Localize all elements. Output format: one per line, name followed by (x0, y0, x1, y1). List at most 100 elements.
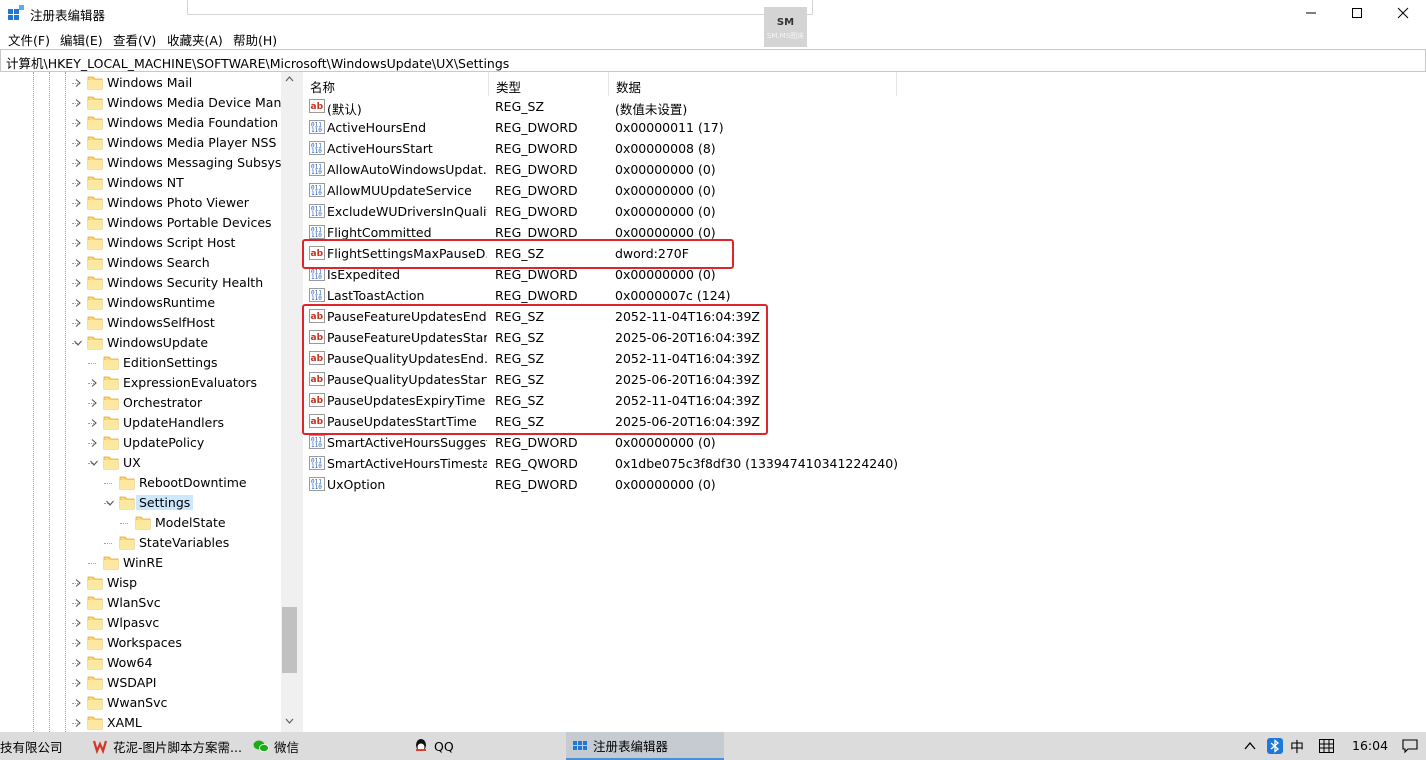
menu-file[interactable]: 文件(F) (8, 30, 50, 49)
tree-item[interactable]: Wisp (0, 573, 298, 593)
value-row[interactable]: ab PauseFeatureUpdatesStar... REG_SZ 2025-0… (303, 327, 1426, 348)
taskbar-item-regedit[interactable]: 注册表编辑器 (566, 732, 724, 760)
chevron-right-icon[interactable] (74, 119, 82, 127)
tree-item[interactable]: UX (0, 453, 298, 473)
chevron-right-icon[interactable] (74, 219, 82, 227)
menu-help[interactable]: 帮助(H) (233, 30, 277, 49)
tree-item[interactable]: Orchestrator (0, 393, 298, 413)
chevron-right-icon[interactable] (74, 719, 82, 727)
value-row[interactable]: ab PauseFeatureUpdatesEnd... REG_SZ 2052-11… (303, 306, 1426, 327)
chevron-down-icon[interactable] (90, 459, 98, 467)
tray-clock[interactable]: 16:04 (1352, 738, 1388, 753)
value-row[interactable]: 011 110 FlightCommitted REG_DWORD 0x00000000… (303, 222, 1426, 243)
taskbar-item-qq[interactable]: QQ (408, 732, 558, 760)
chevron-right-icon[interactable] (74, 679, 82, 687)
chevron-right-icon[interactable] (74, 79, 82, 87)
chevron-right-icon[interactable] (90, 399, 98, 407)
tree-item[interactable]: Windows Mail (0, 73, 298, 93)
chevron-right-icon[interactable] (74, 199, 82, 207)
value-row[interactable]: 011 110 AllowMUUpdateService REG_DWORD 0x000… (303, 180, 1426, 201)
chevron-right-icon[interactable] (74, 239, 82, 247)
value-row[interactable]: 011 110 SmartActiveHoursTimesta... REG_QWOR… (303, 453, 1426, 474)
tree-item[interactable]: Windows NT (0, 173, 298, 193)
chevron-right-icon[interactable] (74, 179, 82, 187)
chevron-right-icon[interactable] (90, 379, 98, 387)
tree-item[interactable]: UpdatePolicy (0, 433, 298, 453)
tray-chevron-up-icon[interactable] (1244, 741, 1256, 750)
address-path[interactable]: 计算机\HKEY_LOCAL_MACHINE\SOFTWARE\Microsof… (6, 53, 509, 72)
chevron-right-icon[interactable] (74, 319, 82, 327)
tree-item[interactable]: Windows Media Player NSS (0, 133, 298, 153)
minimize-button[interactable] (1288, 0, 1334, 26)
bluetooth-icon[interactable] (1267, 738, 1283, 754)
tree-item[interactable]: WindowsUpdate (0, 333, 298, 353)
chevron-right-icon[interactable] (90, 419, 98, 427)
scrollbar-thumb[interactable] (282, 607, 297, 673)
tree-item[interactable]: Windows Search (0, 253, 298, 273)
tree-item[interactable]: Windows Media Foundation (0, 113, 298, 133)
chevron-right-icon[interactable] (74, 619, 82, 627)
tree-item[interactable]: Windows Script Host (0, 233, 298, 253)
tree-item[interactable]: WinRE (0, 553, 298, 573)
chevron-down-icon[interactable] (106, 499, 114, 507)
value-row[interactable]: ab PauseUpdatesStartTime REG_SZ 2025-06-20T… (303, 411, 1426, 432)
notification-icon[interactable] (1402, 738, 1418, 754)
close-button[interactable] (1380, 0, 1426, 26)
tree-scrollbar[interactable] (281, 72, 298, 732)
column-header-name[interactable]: 名称 (303, 72, 489, 96)
chevron-right-icon[interactable] (90, 439, 98, 447)
value-row[interactable]: ab (默认) REG_SZ (数值未设置) (303, 96, 1426, 117)
value-row[interactable]: 011 110 UxOption REG_DWORD 0x00000000 (0) (303, 474, 1426, 495)
value-row[interactable]: ab PauseQualityUpdatesStart... REG_SZ 2025-… (303, 369, 1426, 390)
tree-item[interactable]: Windows Messaging Subsyste (0, 153, 298, 173)
tree-item[interactable]: WindowsRuntime (0, 293, 298, 313)
column-header-type[interactable]: 类型 (489, 72, 609, 96)
chevron-right-icon[interactable] (74, 279, 82, 287)
taskbar-item-wps[interactable]: 花泥-图片脚本方案需... (84, 732, 244, 760)
tree-item[interactable]: UpdateHandlers (0, 413, 298, 433)
tree-item[interactable]: WwanSvc (0, 693, 298, 713)
chevron-right-icon[interactable] (74, 699, 82, 707)
tree-item[interactable]: Windows Media Device Mana (0, 93, 298, 113)
tree-item[interactable]: WindowsSelfHost (0, 313, 298, 333)
tree-item[interactable]: WSDAPI (0, 673, 298, 693)
ime-indicator[interactable]: 中 (1290, 737, 1304, 757)
value-row[interactable]: 011 110 LastToastAction REG_DWORD 0x0000007c… (303, 285, 1426, 306)
tree-item[interactable]: ModelState (0, 513, 298, 533)
tree-item[interactable]: RebootDowntime (0, 473, 298, 493)
tree-item[interactable]: WlanSvc (0, 593, 298, 613)
chevron-right-icon[interactable] (74, 159, 82, 167)
value-row[interactable]: 011 110 ExcludeWUDriversInQualit... REG_DWO… (303, 201, 1426, 222)
taskbar-item-wechat[interactable]: 微信 (248, 732, 398, 760)
tree-item[interactable]: Windows Portable Devices (0, 213, 298, 233)
menu-view[interactable]: 查看(V) (113, 30, 156, 49)
chevron-right-icon[interactable] (74, 579, 82, 587)
scroll-up-icon[interactable] (285, 76, 294, 82)
menu-favorites[interactable]: 收藏夹(A) (167, 30, 223, 49)
value-row[interactable]: ab PauseUpdatesExpiryTime REG_SZ 2052-11-04… (303, 390, 1426, 411)
chevron-right-icon[interactable] (74, 639, 82, 647)
tree-item[interactable]: XAML (0, 713, 298, 732)
key-tree[interactable]: Windows Mail Windows Media Device Mana Win… (0, 72, 298, 732)
tree-item[interactable]: Settings (0, 493, 298, 513)
tree-item[interactable]: Windows Security Health (0, 273, 298, 293)
value-row[interactable]: 011 110 ActiveHoursStart REG_DWORD 0x0000000… (303, 138, 1426, 159)
maximize-button[interactable] (1334, 0, 1380, 26)
column-header-data[interactable]: 数据 (609, 72, 897, 96)
taskbar-item-company[interactable]: 技有限公司 (0, 732, 80, 760)
chevron-down-icon[interactable] (74, 339, 82, 347)
menu-edit[interactable]: 编辑(E) (60, 30, 103, 49)
tree-item[interactable]: Wlpasvc (0, 613, 298, 633)
chevron-right-icon[interactable] (74, 139, 82, 147)
tree-item[interactable]: ExpressionEvaluators (0, 373, 298, 393)
tree-item[interactable]: Windows Photo Viewer (0, 193, 298, 213)
tree-item[interactable]: EditionSettings (0, 353, 298, 373)
chevron-right-icon[interactable] (74, 599, 82, 607)
values-list[interactable]: 名称 类型 数据 ab (默认) REG_SZ (数值未设置) 011 110 Active… (303, 72, 1426, 732)
value-row[interactable]: 011 110 AllowAutoWindowsUpdat... REG_DWORD 0… (303, 159, 1426, 180)
chevron-right-icon[interactable] (74, 259, 82, 267)
chevron-right-icon[interactable] (74, 299, 82, 307)
value-row[interactable]: 011 110 SmartActiveHoursSuggest... REG_DWOR… (303, 432, 1426, 453)
tree-item[interactable]: Workspaces (0, 633, 298, 653)
chevron-right-icon[interactable] (74, 659, 82, 667)
